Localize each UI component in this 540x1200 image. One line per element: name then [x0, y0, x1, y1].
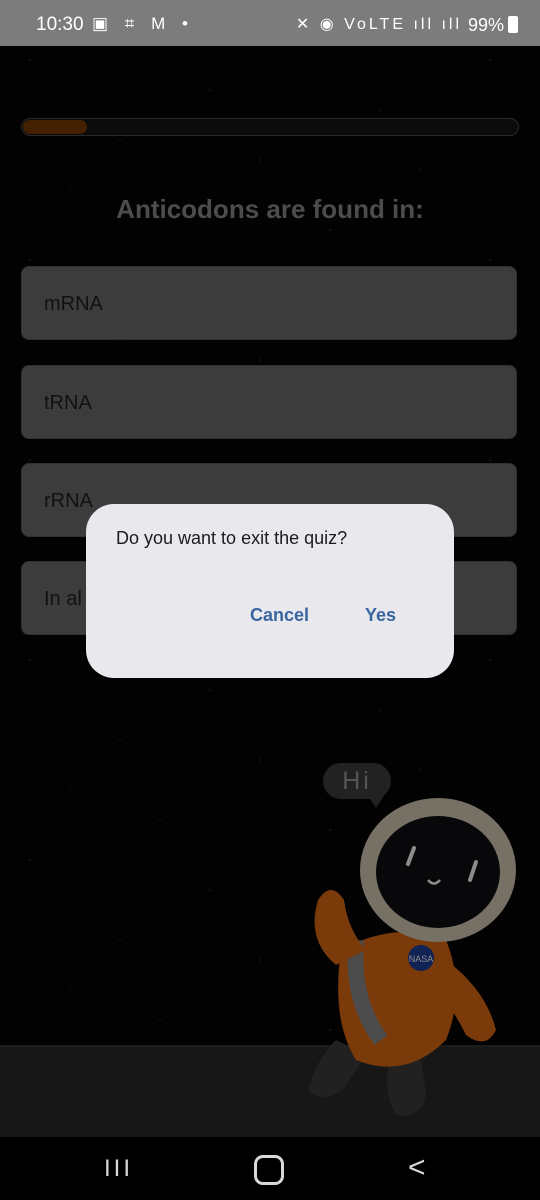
battery-icon [508, 16, 518, 33]
notification-icons: ▣ ⌗ M • [92, 14, 194, 33]
status-bar: 10:30 ▣ ⌗ M • ✕ ◉ VoLTE ıll ıll 99% [0, 0, 540, 46]
dialog-message: Do you want to exit the quiz? [116, 528, 348, 548]
status-time: 10:30 [36, 14, 84, 35]
exit-quiz-dialog: Do you want to exit the quiz? Cancel Yes [86, 504, 454, 678]
back-button[interactable]: < [408, 1151, 426, 1185]
quiz-screen: Anticodons are found in: mRNA tRNA rRNA … [0, 0, 540, 1200]
cancel-button[interactable]: Cancel [250, 605, 309, 626]
home-button[interactable] [254, 1155, 284, 1185]
signal-icons: ✕ ◉ VoLTE ıll ıll [295, 16, 462, 33]
system-navigation-bar: III < [0, 1137, 540, 1200]
battery-percent: 99% [467, 15, 504, 35]
recents-button[interactable]: III [104, 1155, 133, 1183]
yes-button[interactable]: Yes [365, 605, 396, 626]
